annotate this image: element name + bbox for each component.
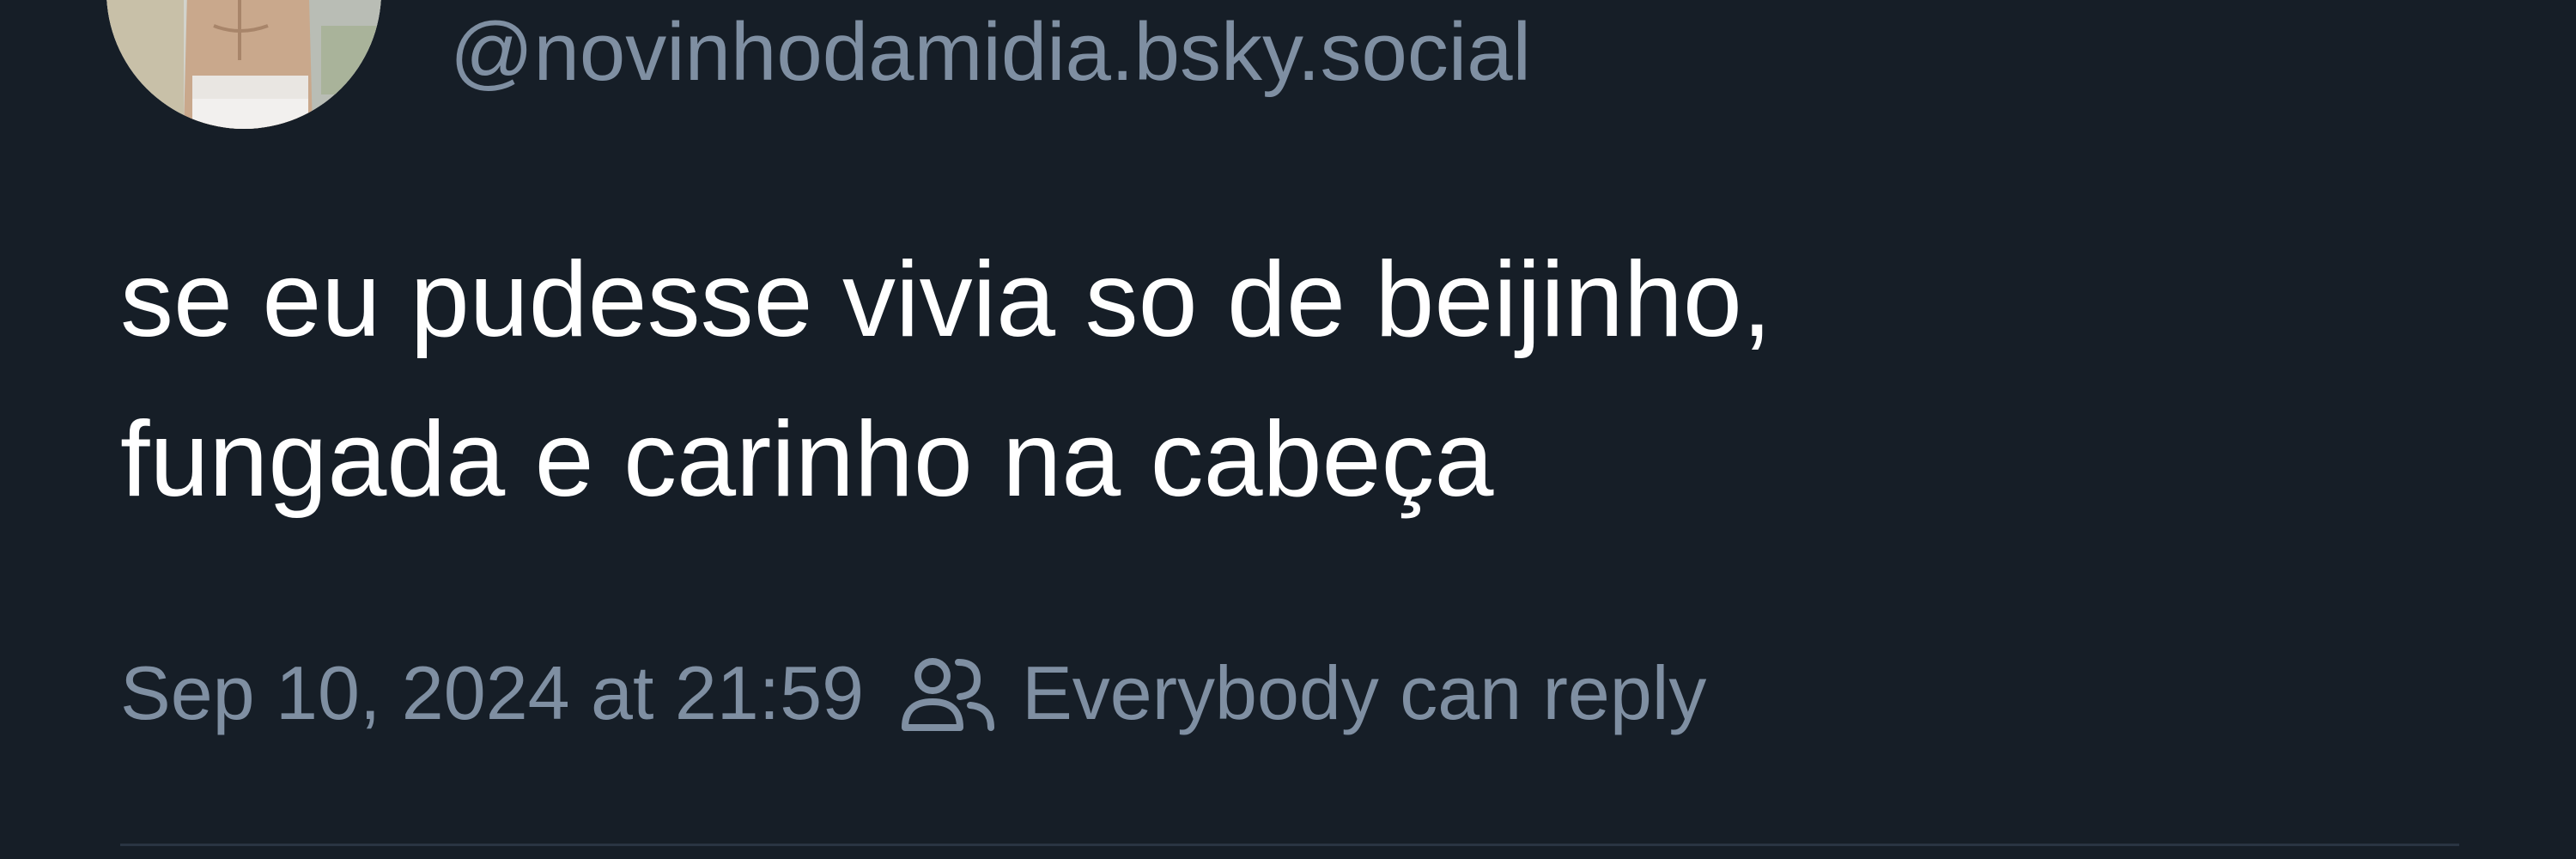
post-meta: Sep 10, 2024 at 21:59 Everybody can repl…	[120, 646, 1706, 740]
post-thread-view: @novinhodamidia.bsky.social se eu pudess…	[0, 0, 2576, 859]
post-text: se eu pudesse vivia so de beijinho, fung…	[120, 220, 2267, 539]
post-text-line: fungada e carinho na cabeça	[120, 400, 1494, 519]
divider	[120, 844, 2459, 846]
post-timestamp: Sep 10, 2024 at 21:59	[120, 650, 865, 735]
people-icon	[898, 652, 998, 734]
post-text-line: se eu pudesse vivia so de beijinho,	[120, 241, 1772, 359]
author-handle[interactable]: @novinhodamidia.bsky.social	[450, 5, 1531, 100]
reply-setting[interactable]: Everybody can reply	[1022, 649, 1706, 737]
author-avatar[interactable]	[106, 0, 381, 129]
avatar-photo-icon	[106, 0, 381, 129]
